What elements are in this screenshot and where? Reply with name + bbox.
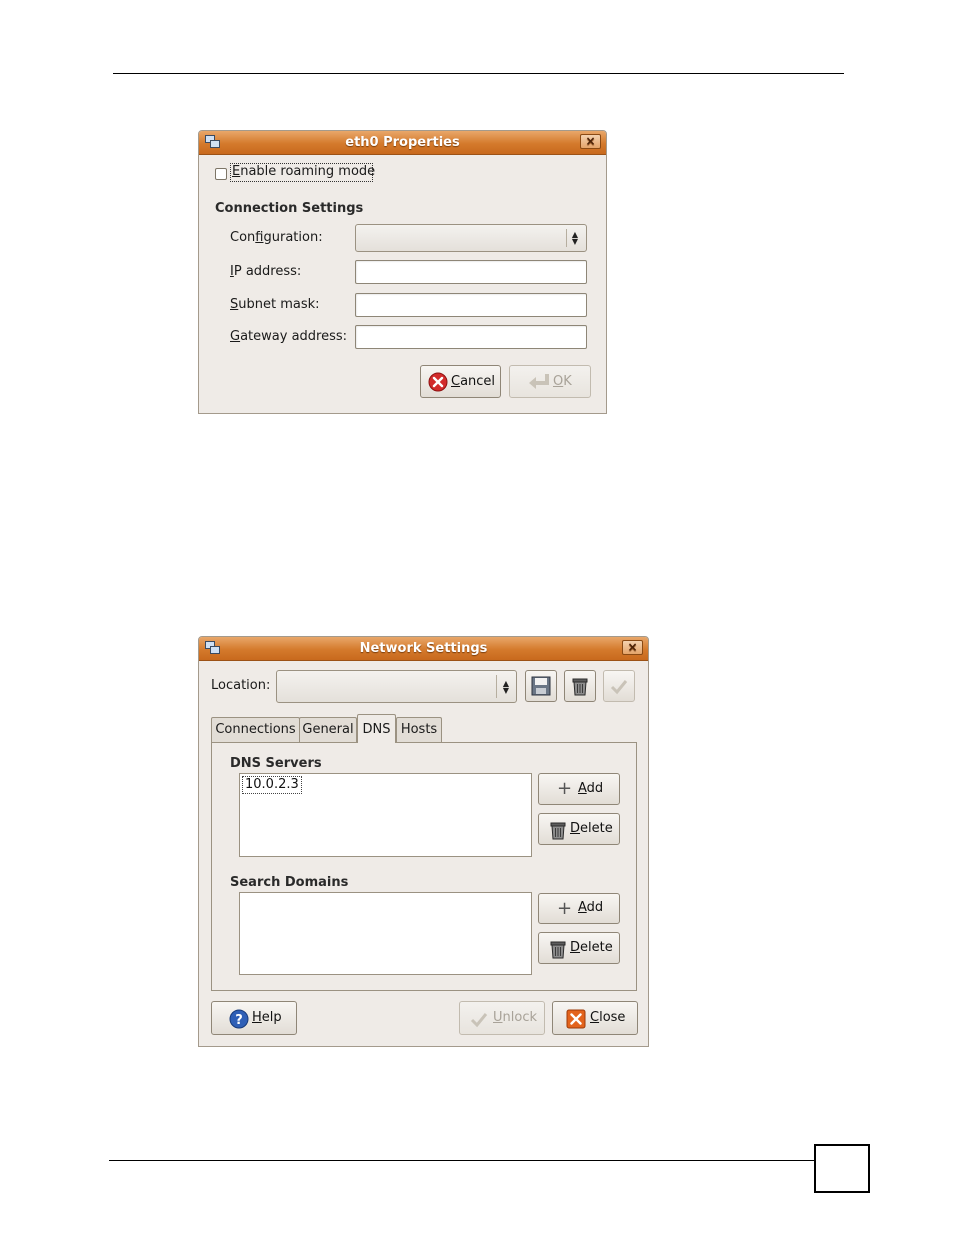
footer-rule [109, 1160, 815, 1161]
close-icon: × [627, 640, 638, 654]
roaming-mode-label[interactable]: Enable roaming mode [232, 164, 375, 179]
trash-icon [550, 822, 566, 840]
svg-text:?: ? [235, 1013, 243, 1028]
delete-search-domain-button[interactable]: Delete [538, 932, 620, 964]
help-button[interactable]: ? Help [211, 1001, 297, 1035]
search-domains-heading: Search Domains [230, 875, 349, 890]
cancel-icon [428, 372, 448, 392]
gateway-address-input[interactable] [355, 325, 587, 349]
page-number-box [814, 1144, 870, 1193]
trash-icon [572, 678, 588, 696]
cancel-button[interactable]: Cancel [420, 365, 501, 398]
tab-dns[interactable]: DNS [357, 714, 396, 743]
updown-arrows-icon: ▲ ▼ [571, 230, 579, 246]
window-title: eth0 Properties [345, 135, 460, 150]
network-icon [205, 641, 220, 654]
network-icon [205, 135, 220, 148]
trash-icon [550, 941, 566, 959]
activate-location-button[interactable] [603, 670, 635, 702]
ok-button[interactable]: OK [509, 365, 591, 398]
delete-location-button[interactable] [564, 670, 596, 702]
add-search-domain-button[interactable]: + Add [538, 893, 620, 924]
roaming-mode-checkbox[interactable] [215, 168, 227, 180]
location-label: Location: [211, 678, 271, 693]
tab-general[interactable]: General [299, 717, 357, 742]
add-dns-server-button[interactable]: + Add [538, 773, 620, 805]
close-window-button[interactable]: × [580, 134, 601, 149]
subnet-mask-input[interactable] [355, 293, 587, 317]
check-icon [610, 680, 628, 695]
eth0-properties-window: eth0 Properties × Enable roaming mode Co… [198, 130, 607, 414]
title-bar[interactable]: Network Settings × [199, 637, 648, 661]
header-rule [113, 73, 844, 74]
close-button[interactable]: Close [552, 1001, 638, 1035]
configuration-label: Configuration: [230, 230, 323, 245]
close-window-button[interactable]: × [622, 640, 643, 655]
dns-tab-panel: DNS Servers 10.0.2.3 + Add Delete Search… [211, 742, 637, 991]
tab-strip: Connections General DNS Hosts [211, 714, 637, 743]
close-icon [566, 1009, 586, 1029]
tab-hosts[interactable]: Hosts [396, 717, 442, 742]
delete-dns-server-button[interactable]: Delete [538, 813, 620, 845]
tab-connections[interactable]: Connections [211, 717, 300, 742]
gateway-address-label: Gateway address: [230, 329, 348, 344]
connection-settings-heading: Connection Settings [215, 201, 364, 216]
network-settings-window: Network Settings × Location: ▲ ▼ Connecti… [198, 636, 649, 1047]
return-arrow-icon [529, 374, 549, 389]
unlock-button[interactable]: Unlock [459, 1001, 545, 1035]
ip-address-label: IP address: [230, 264, 302, 279]
save-location-button[interactable] [525, 670, 557, 702]
plus-icon: + [557, 898, 573, 919]
search-domains-list[interactable] [239, 892, 532, 975]
title-bar[interactable]: eth0 Properties × [199, 131, 606, 155]
check-icon [470, 1013, 488, 1028]
dns-servers-heading: DNS Servers [230, 756, 322, 771]
plus-icon: + [557, 778, 573, 799]
configuration-combo[interactable]: ▲ ▼ [355, 224, 587, 252]
list-item[interactable]: 10.0.2.3 [242, 776, 302, 794]
ip-address-input[interactable] [355, 260, 587, 284]
help-icon: ? [229, 1009, 249, 1029]
updown-arrows-icon: ▲ ▼ [502, 678, 510, 695]
subnet-mask-label: Subnet mask: [230, 297, 320, 312]
dns-servers-list[interactable]: 10.0.2.3 [239, 773, 532, 857]
floppy-disk-icon [531, 676, 551, 696]
window-title: Network Settings [359, 641, 488, 656]
close-icon: × [585, 134, 596, 148]
location-combo[interactable]: ▲ ▼ [276, 670, 517, 703]
